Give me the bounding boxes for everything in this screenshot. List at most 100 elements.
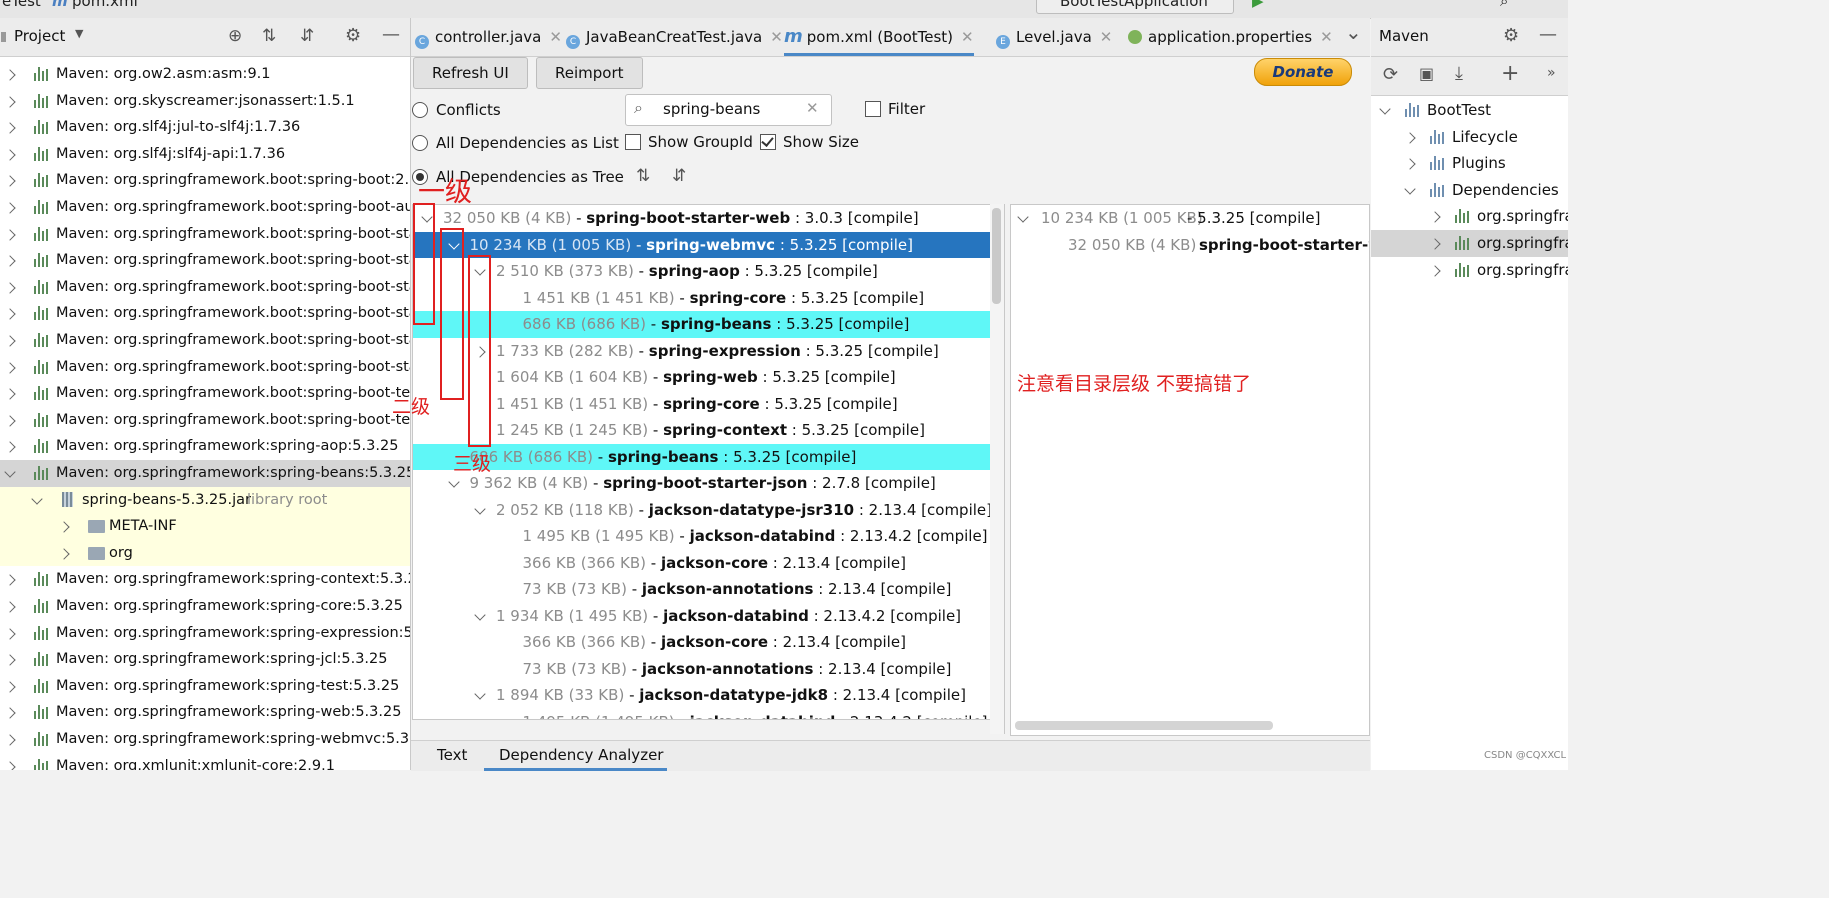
dependency-row[interactable]: 9 362 KB (4 KB) - spring-boot-starter-js… xyxy=(413,470,991,497)
chevron-down-icon[interactable] xyxy=(474,688,486,700)
dependency-row[interactable]: 1 733 KB (282 KB) - spring-expression : … xyxy=(413,338,991,365)
chevron-right-icon[interactable] xyxy=(4,335,16,347)
maven-tree-row[interactable]: Plugins xyxy=(1371,150,1568,177)
reload-icon[interactable]: ⟳ xyxy=(1383,64,1398,85)
refresh-ui-button[interactable]: Refresh UI xyxy=(413,57,528,89)
tab-dependency-analyzer[interactable]: Dependency Analyzer xyxy=(499,746,663,764)
tree-row[interactable]: Maven: org.springframework.boot:spring-b… xyxy=(0,327,410,354)
dependency-row[interactable]: 686 KB (686 KB) - spring-beans : 5.3.25 … xyxy=(413,311,991,338)
dependency-row[interactable]: 2 052 KB (118 KB) - jackson-datatype-jsr… xyxy=(413,497,991,524)
chevron-right-icon[interactable] xyxy=(4,228,16,241)
tabs-overflow-icon[interactable]: ⌄ xyxy=(1345,20,1362,44)
maven-tree-row[interactable]: org.springframew xyxy=(1371,257,1568,284)
tree-row[interactable]: Maven: org.slf4j:jul-to-slf4j:1.7.36 xyxy=(0,114,410,141)
chevron-right-icon[interactable] xyxy=(4,149,16,161)
project-tree[interactable]: Maven: org.ow2.asm:asm:9.1 Maven: org.sky… xyxy=(0,57,410,770)
filter-checkbox[interactable] xyxy=(865,101,881,117)
chevron-right-icon[interactable] xyxy=(4,574,16,587)
tree-row[interactable]: Maven: org.springframework.boot:spring-b… xyxy=(0,221,410,248)
dependency-row[interactable]: 2 510 KB (373 KB) - spring-aop : 5.3.25 … xyxy=(413,258,991,285)
dependency-row[interactable]: 366 KB (366 KB) - jackson-core : 2.13.4 … xyxy=(413,629,991,656)
chevron-right-icon[interactable] xyxy=(1404,131,1416,144)
dependency-row[interactable]: 1 451 KB (1 451 KB) - spring-core : 5.3.… xyxy=(413,391,991,418)
expand-all-icon[interactable]: ⇅ xyxy=(262,26,276,46)
dependency-tree[interactable]: 32 050 KB (4 KB) - spring-boot-starter-w… xyxy=(412,204,992,720)
tree-row[interactable]: Maven: org.ow2.asm:asm:9.1 xyxy=(0,61,410,88)
chevron-right-icon[interactable] xyxy=(4,361,16,374)
chevron-down-icon[interactable] xyxy=(474,608,486,621)
tree-row[interactable]: Maven: org.springframework:spring-test:5… xyxy=(0,673,410,700)
tree-row[interactable]: Maven: org.springframework:spring-core:5… xyxy=(0,593,410,620)
conflicts-radio[interactable] xyxy=(412,102,428,118)
chevron-down-icon[interactable] xyxy=(447,476,460,488)
run-icon[interactable]: ▶ xyxy=(1252,0,1264,10)
add-icon[interactable]: + xyxy=(1501,61,1519,86)
tree-row[interactable]: Maven: org.springframework.boot:spring-b… xyxy=(0,354,410,381)
dependency-row[interactable]: 10 234 KB (1 005 KB) - spring-webmvc : 5… xyxy=(413,231,991,258)
tab-pom-xml-boottest-[interactable]: m pom.xml (BootTest) ✕ xyxy=(784,18,974,56)
tree-row[interactable]: Maven: org.springframework.boot:spring-b… xyxy=(0,407,410,434)
dependency-row[interactable]: 1 894 KB (33 KB) - jackson-datatype-jdk8… xyxy=(413,682,991,709)
expand-all-icon[interactable]: ⇅ xyxy=(636,166,650,186)
locate-icon[interactable]: ⊕ xyxy=(228,26,242,46)
add-folder-icon[interactable]: ▣ xyxy=(1419,64,1434,83)
dependency-row[interactable]: 1 934 KB (1 495 KB) - jackson-databind :… xyxy=(413,603,991,630)
more-icon[interactable]: » xyxy=(1547,65,1556,81)
chevron-right-icon[interactable] xyxy=(4,255,16,267)
chevron-right-icon[interactable] xyxy=(4,681,16,693)
chevron-down-icon[interactable]: ▼ xyxy=(75,27,83,40)
chevron-right-icon[interactable] xyxy=(4,95,16,108)
horizontal-scrollbar[interactable] xyxy=(1015,721,1273,730)
search-everywhere-icon[interactable]: ⌕ xyxy=(1500,0,1508,10)
close-icon[interactable]: ✕ xyxy=(549,28,562,46)
chevron-right-icon[interactable] xyxy=(4,202,16,214)
chevron-right-icon[interactable] xyxy=(4,122,16,134)
tree-row[interactable]: Maven: org.springframework:spring-aop:5.… xyxy=(0,433,410,460)
download-icon[interactable]: ⤓ xyxy=(1455,63,1463,84)
show-size-checkbox[interactable] xyxy=(760,134,776,150)
all-dependencies-list-radio[interactable] xyxy=(412,135,428,151)
maven-tree-row[interactable]: Lifecycle xyxy=(1371,124,1568,151)
tab-controller-java[interactable]: Ccontroller.java ✕ xyxy=(415,18,562,56)
tree-row[interactable]: Maven: org.xmlunit:xmlunit-core:2.9.1 xyxy=(0,753,410,770)
dependency-row[interactable]: 366 KB (366 KB) - jackson-core : 2.13.4 … xyxy=(413,550,991,577)
clear-search-icon[interactable]: ✕ xyxy=(806,99,819,117)
chevron-right-icon[interactable] xyxy=(4,175,16,188)
dependency-row[interactable]: 73 KB (73 KB) - jackson-annotations : 2.… xyxy=(413,656,991,683)
scrollbar[interactable] xyxy=(990,204,1005,734)
chevron-right-icon[interactable] xyxy=(4,282,16,294)
close-icon[interactable]: ✕ xyxy=(1320,28,1333,46)
tree-row[interactable]: Maven: org.skyscreamer:jsonassert:1.5.1 xyxy=(0,88,410,115)
tree-row[interactable]: spring-beans-5.3.25.jar library root xyxy=(0,486,410,514)
tree-row[interactable]: META-INF xyxy=(0,513,410,540)
minimize-icon[interactable]: — xyxy=(382,24,400,45)
search-input[interactable]: ⌕ spring-beans ✕ xyxy=(625,94,832,126)
chevron-right-icon[interactable] xyxy=(1404,158,1416,170)
chevron-right-icon[interactable] xyxy=(4,441,16,454)
chevron-right-icon[interactable] xyxy=(4,654,16,666)
dependency-row[interactable]: 1 604 KB (1 604 KB) - spring-web : 5.3.2… xyxy=(413,364,991,391)
chevron-down-icon[interactable] xyxy=(1404,183,1416,195)
chevron-down-icon[interactable] xyxy=(31,492,43,505)
dependency-detail-panel[interactable]: 10 234 KB (1 005 KB) - 5.3.25 [compile] … xyxy=(1010,204,1370,736)
tree-row[interactable]: org xyxy=(0,539,410,567)
minimize-icon[interactable]: — xyxy=(1539,24,1557,45)
chevron-right-icon[interactable] xyxy=(4,308,16,321)
chevron-down-icon[interactable] xyxy=(1379,103,1391,115)
dependency-row[interactable]: 1 451 KB (1 451 KB) - spring-core : 5.3.… xyxy=(413,285,991,312)
chevron-right-icon[interactable] xyxy=(58,548,70,560)
tree-row[interactable]: Maven: org.springframework.boot:spring-b… xyxy=(0,380,410,407)
chevron-down-icon[interactable] xyxy=(1017,211,1029,223)
dependency-row[interactable]: 686 KB (686 KB) - spring-beans : 5.3.25 … xyxy=(413,443,991,470)
dependency-row[interactable]: 73 KB (73 KB) - jackson-annotations : 2.… xyxy=(413,576,991,603)
dependency-row[interactable]: 1 495 KB (1 495 KB) - jackson-databind :… xyxy=(413,523,991,550)
tree-row[interactable]: Maven: org.springframework:spring-beans:… xyxy=(0,460,410,487)
tree-row[interactable]: Maven: org.springframework:spring-contex… xyxy=(0,566,410,593)
tree-row[interactable]: Maven: org.springframework.boot:spring-b… xyxy=(0,247,410,274)
tree-row[interactable]: Maven: org.springframework.boot:spring-b… xyxy=(0,194,410,221)
tree-row[interactable]: Maven: org.springframework:spring-web:5.… xyxy=(0,699,410,726)
donate-button[interactable]: Donate xyxy=(1254,58,1352,86)
tab-javabeancreattest-java[interactable]: C JavaBeanCreatTest.java ✕ xyxy=(566,18,783,56)
chevron-right-icon[interactable] xyxy=(4,601,16,613)
maven-tree-row[interactable]: org.springframew xyxy=(1371,230,1568,257)
